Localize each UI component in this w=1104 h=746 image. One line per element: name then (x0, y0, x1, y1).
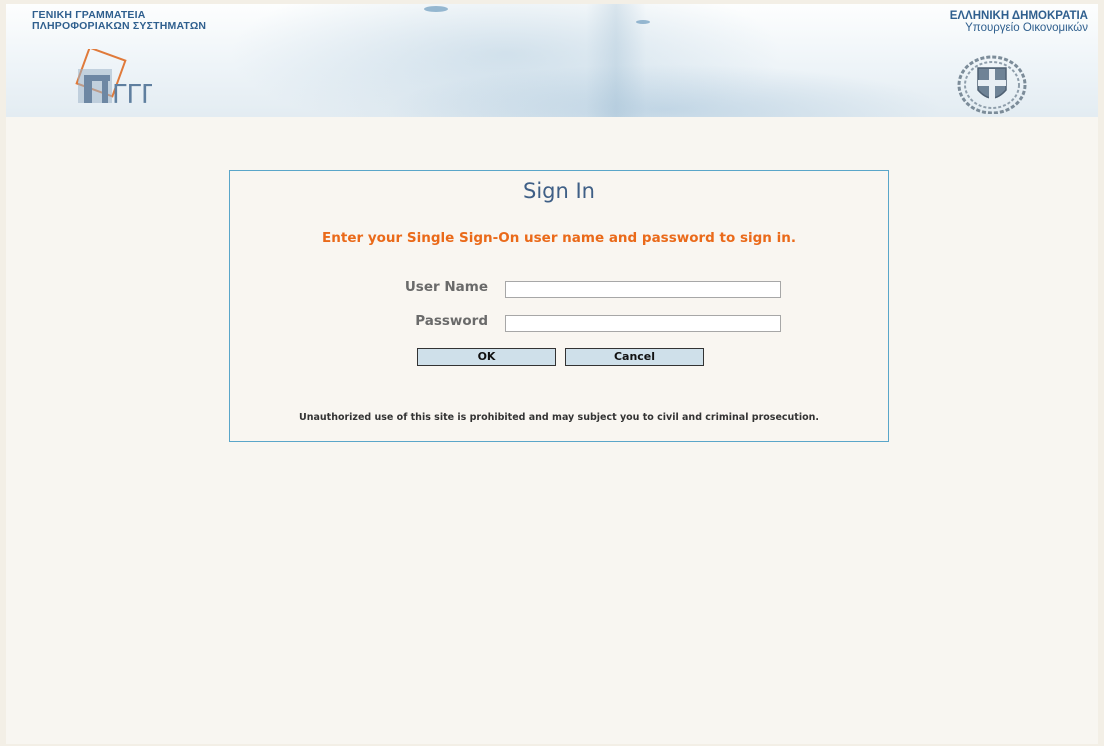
sign-in-instructions: Enter your Single Sign-On user name and … (322, 230, 796, 246)
org-right-line1: ΕΛΛΗΝΙΚΗ ΔΗΜΟΚΡΑΤΙΑ (949, 10, 1088, 22)
cancel-button[interactable]: Cancel (565, 348, 704, 366)
header-decoration (636, 20, 650, 24)
password-label: Password (415, 313, 488, 329)
ok-button[interactable]: OK (417, 348, 556, 366)
legal-notice: Unauthorized use of this site is prohibi… (299, 412, 819, 423)
logo-left-text: ΓΓΠΣ (112, 80, 152, 110)
org-right-line2: Υπουργείο Οικονομικών (965, 22, 1088, 34)
org-name-left: ΓΕΝΙΚΗ ΓΡΑΜΜΑΤΕΙΑ ΠΛΗΡΟΦΟΡΙΑΚΩΝ ΣΥΣΤΗΜΑΤ… (32, 10, 206, 32)
sign-in-panel: Sign In Enter your Single Sign-On user n… (229, 170, 889, 442)
sign-in-title: Sign In (523, 179, 595, 203)
org-left-line2: ΠΛΗΡΟΦΟΡΙΑΚΩΝ ΣΥΣΤΗΜΑΤΩΝ (32, 20, 207, 32)
org-name-right: ΕΛΛΗΝΙΚΗ ΔΗΜΟΚΡΑΤΙΑ Υπουργείο Οικονομικώ… (950, 10, 1088, 35)
gsis-logo-icon: ΓΓΠΣ (75, 49, 152, 110)
username-input[interactable] (505, 281, 781, 298)
site-header: ΓΕΝΙΚΗ ΓΡΑΜΜΑΤΕΙΑ ΠΛΗΡΟΦΟΡΙΑΚΩΝ ΣΥΣΤΗΜΑΤ… (6, 4, 1098, 117)
greek-coat-of-arms-icon (957, 55, 1027, 114)
username-label: User Name (404, 279, 488, 295)
password-input[interactable] (505, 315, 781, 332)
page-frame: ΓΕΝΙΚΗ ΓΡΑΜΜΑΤΕΙΑ ΠΛΗΡΟΦΟΡΙΑΚΩΝ ΣΥΣΤΗΜΑΤ… (6, 4, 1098, 744)
header-decoration (424, 6, 448, 12)
